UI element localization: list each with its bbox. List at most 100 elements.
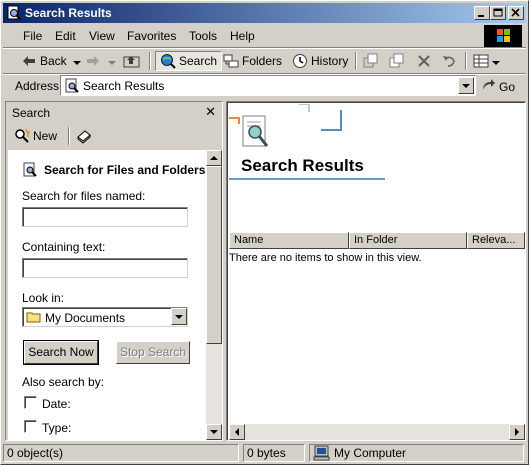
back-arrow-icon [21,53,37,69]
forward-arrow-icon [85,53,101,69]
scroll-left-button[interactable] [229,424,245,440]
back-dropdown-icon[interactable] [72,54,81,68]
menu-help[interactable]: Help [230,29,255,43]
folders-label: Folders [242,54,283,68]
forward-button[interactable] [85,51,116,71]
undo-icon [441,53,457,69]
views-button[interactable] [473,51,500,71]
folders-icon [223,53,239,69]
window-title: Search Results [25,6,112,20]
search-results-banner-icon [229,103,349,157]
status-zone: My Computer [309,444,524,462]
type-checkbox[interactable] [24,420,37,433]
folder-icon [26,309,42,328]
go-label: Go [499,79,516,94]
containing-text-input[interactable] [22,258,188,278]
menu-favorites[interactable]: Favorites [127,29,176,43]
my-computer-icon [313,445,331,465]
menu-tools[interactable]: Tools [189,29,217,43]
book-icon [76,128,92,144]
search-toolbar-separator [68,127,70,145]
scroll-thumb[interactable] [206,166,222,344]
search-globe-icon [160,53,176,69]
type-option-label: Type: [42,421,72,435]
empty-results-message: There are no items to show in this view. [229,252,422,264]
delete-button[interactable] [416,51,435,71]
results-pane: Search Results Name In Folder Releva... … [226,101,526,441]
search-options-button[interactable] [76,126,95,146]
toolbar-separator [465,52,467,70]
address-value: Search Results [83,79,165,93]
new-search-button[interactable]: New [14,126,57,146]
back-label: Back [40,54,67,68]
move-to-button[interactable] [363,51,382,71]
search-pane-title: Search [12,106,51,120]
status-object-count: 0 object(s) [3,444,239,462]
forward-dropdown-icon[interactable] [108,54,116,68]
status-bar: 0 object(s) 0 bytes My Computer [3,443,526,463]
minimize-button[interactable] [474,6,490,20]
scroll-down-button[interactable] [206,424,222,440]
history-clock-icon [292,53,308,69]
go-button[interactable]: Go [480,77,515,96]
go-arrow-icon [480,77,496,96]
status-zone-label: My Computer [334,446,407,460]
history-button[interactable]: History [292,51,348,71]
containing-text-label: Containing text: [22,240,106,254]
folders-button[interactable]: Folders [223,51,282,71]
search-now-button[interactable]: Search Now [23,340,99,365]
up-folder-button[interactable] [123,51,142,71]
scroll-up-button[interactable] [206,150,222,166]
new-search-label: New [33,129,58,143]
search-button[interactable]: Search [155,51,223,71]
search-pane: Search ✕ New Search for Files and Folder… [5,101,223,441]
views-dropdown-icon[interactable] [492,54,500,68]
look-in-dropdown-button[interactable] [171,308,187,325]
undo-button[interactable] [441,51,460,71]
results-title-underline [229,178,385,180]
back-button[interactable]: Back [21,51,81,71]
search-pane-header: Search ✕ [6,102,222,122]
menu-bar: File Edit View Favorites Tools Help [3,25,526,47]
look-in-label: Look in: [22,291,65,305]
address-input[interactable]: Search Results [60,75,476,96]
menu-view[interactable]: View [89,29,115,43]
column-header-relevance[interactable]: Releva... [467,232,525,249]
look-in-select[interactable]: My Documents [22,307,188,327]
files-named-input[interactable] [22,207,188,227]
column-header-in-folder[interactable]: In Folder [349,232,467,249]
title-bar[interactable]: Search Results [3,3,526,23]
files-named-label: Search for files named: [22,189,146,203]
copy-to-icon [389,53,405,69]
results-hscrollbar[interactable] [229,424,525,440]
delete-x-icon [416,53,432,69]
date-checkbox[interactable] [24,396,37,409]
search-pane-scrollbar[interactable] [206,150,222,440]
search-form: Search for Files and Folders Search for … [8,150,206,440]
results-title: Search Results [241,156,364,175]
menu-edit[interactable]: Edit [55,29,76,43]
maximize-button[interactable] [490,6,506,20]
close-button[interactable] [508,6,524,20]
search-files-icon [22,162,38,181]
up-folder-icon [123,53,140,69]
look-in-value: My Documents [45,311,126,325]
menu-file[interactable]: File [23,29,42,43]
explorer-window: Search Results File Edit View Favorites … [0,0,529,465]
address-bar: Address Search Results Go [3,75,526,97]
status-size: 0 bytes [243,444,305,462]
scroll-right-button[interactable] [509,424,525,440]
search-pane-close-icon[interactable]: ✕ [205,104,216,120]
address-dropdown-button[interactable] [458,77,474,94]
date-option-label: Date: [42,397,71,411]
column-header-name[interactable]: Name [229,232,349,249]
copy-to-button[interactable] [389,51,408,71]
search-results-app-icon[interactable] [6,5,22,21]
address-label: Address [15,79,60,93]
search-results-small-icon [64,78,80,97]
search-label: Search [179,54,218,68]
toolbar-separator [149,52,151,70]
views-grid-icon [473,53,489,69]
move-to-icon [363,53,379,69]
stop-search-button[interactable]: Stop Search [116,341,190,364]
